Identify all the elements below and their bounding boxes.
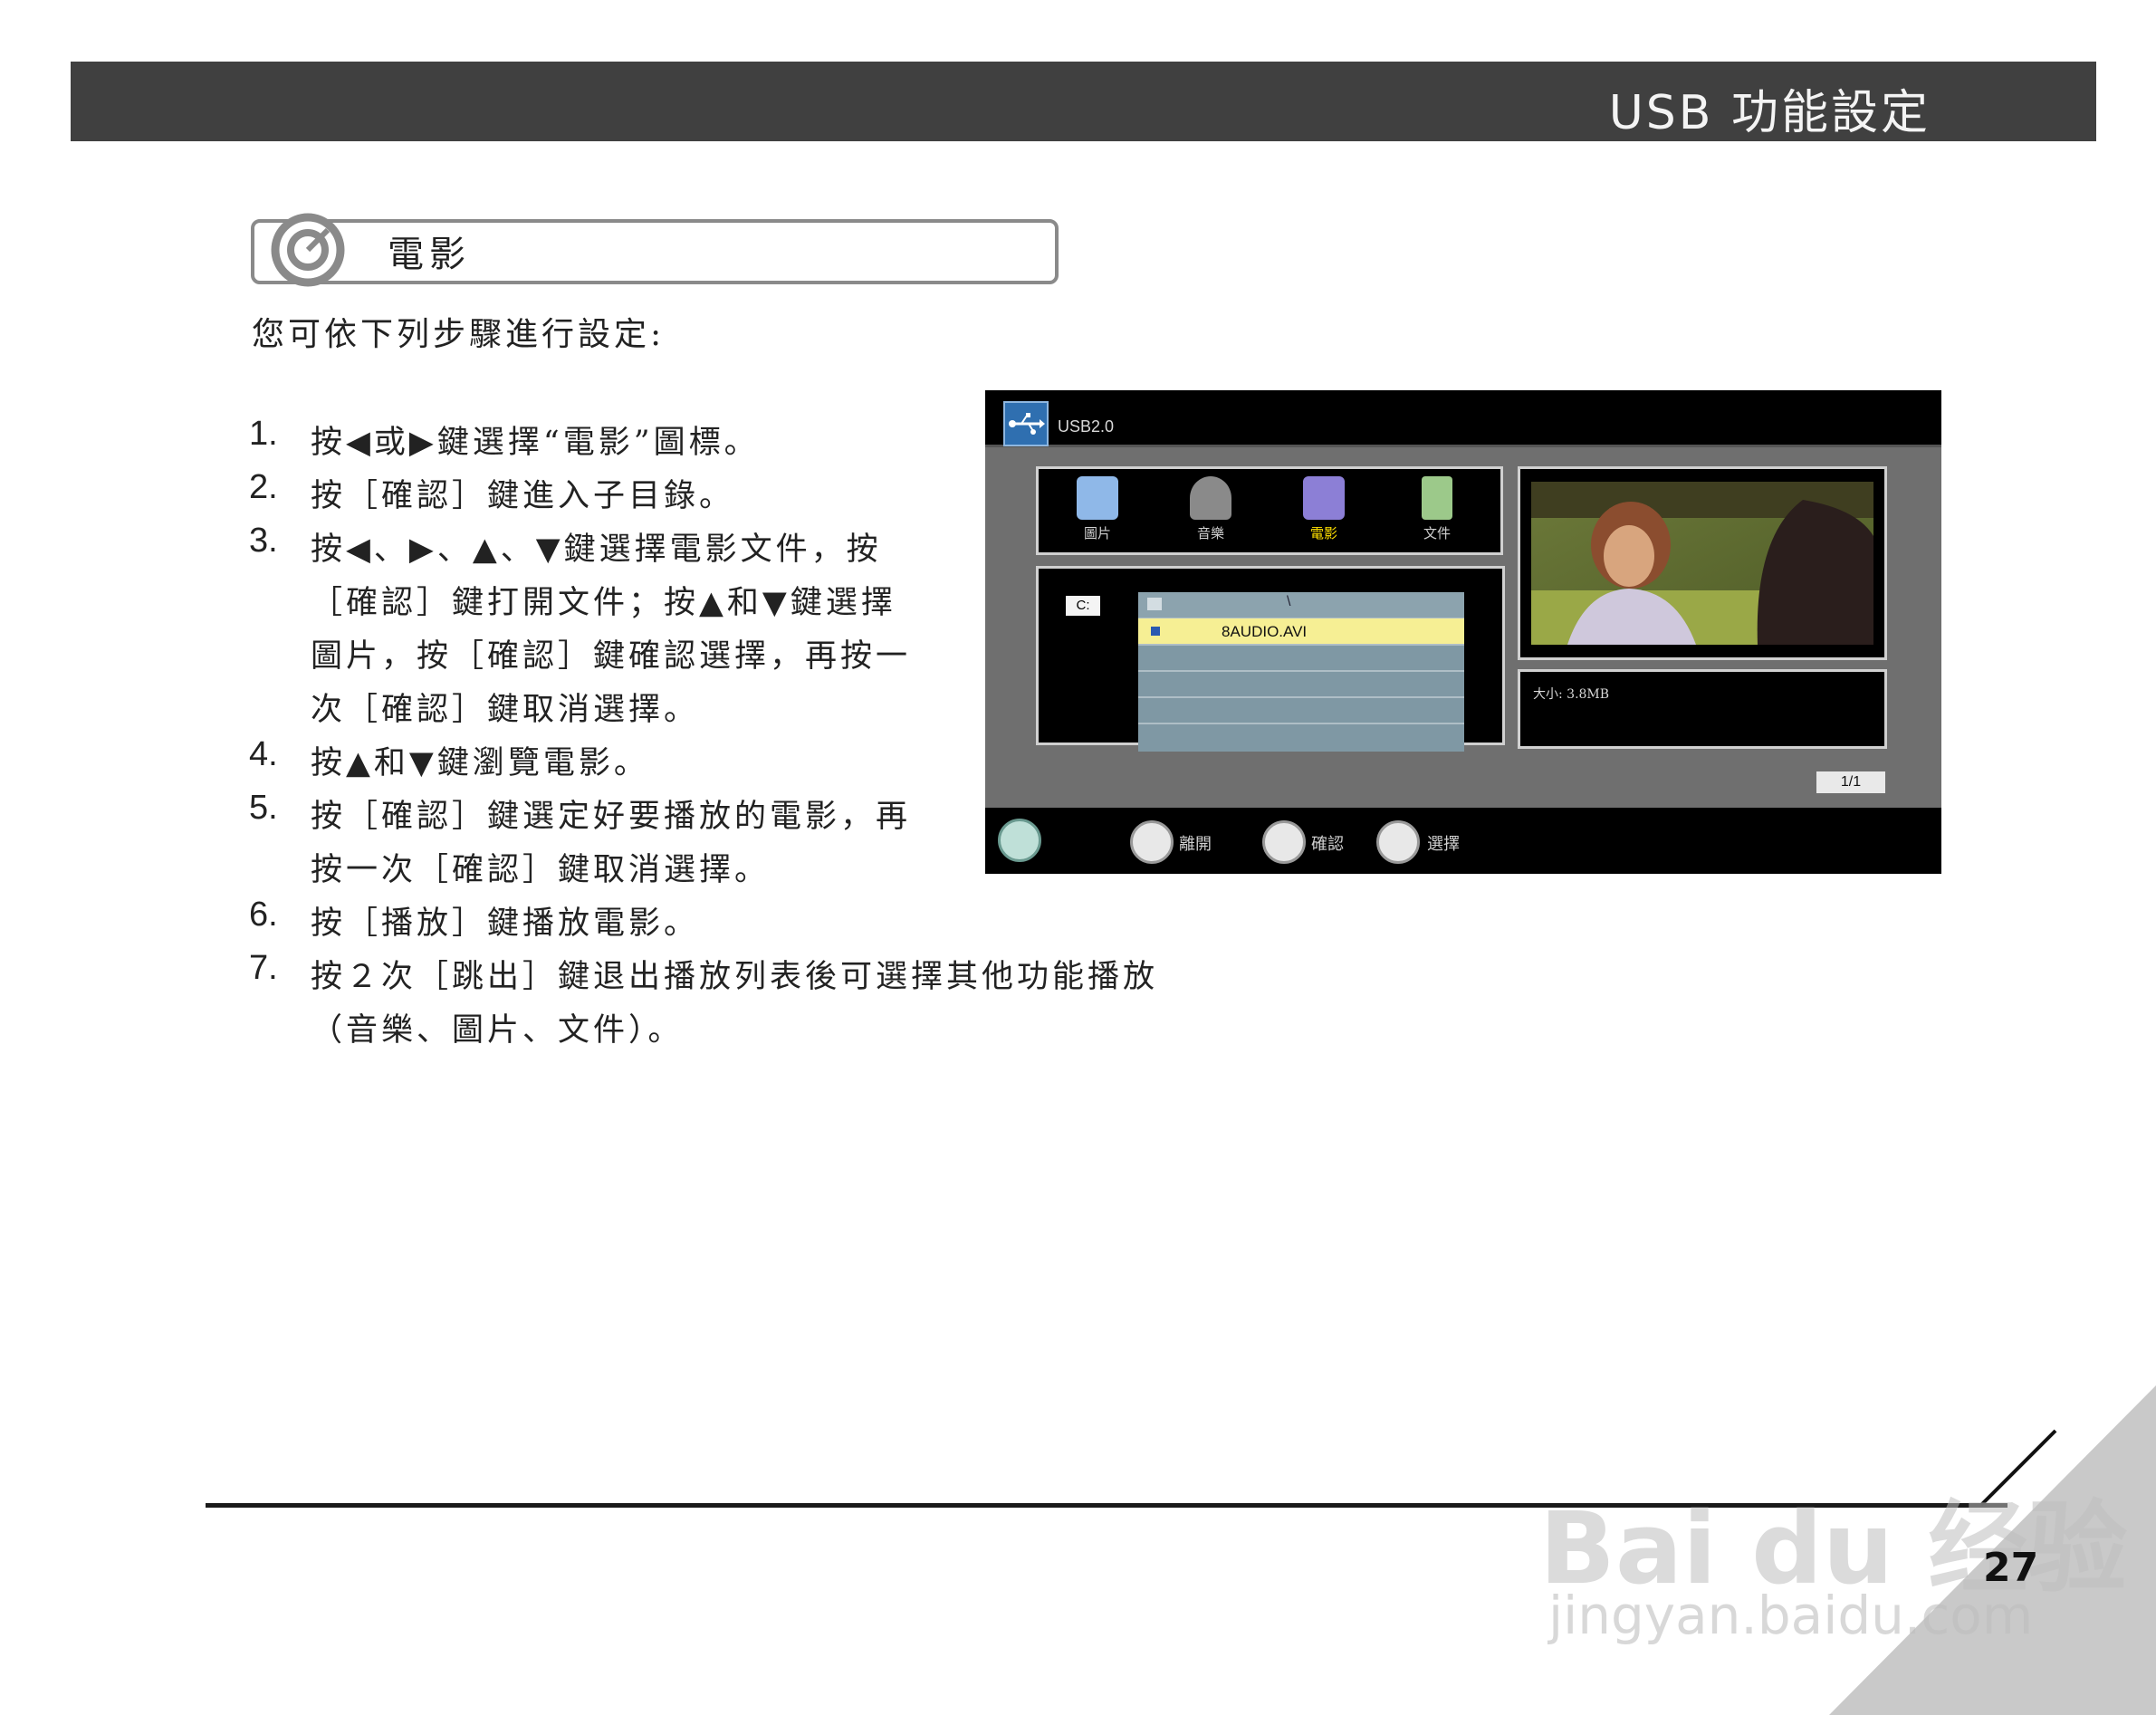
- folder-up-icon: [1147, 598, 1162, 610]
- step-text: 按［確認］鍵選定好要播放的電影，再: [311, 799, 912, 835]
- section-title: 電影: [388, 234, 471, 275]
- file-row-selected[interactable]: 8AUDIO.AVI: [1138, 618, 1464, 646]
- file-browser: C: \ 8AUDIO.AVI: [1036, 566, 1505, 752]
- menu-label: 圖片: [1083, 525, 1111, 541]
- step-text: 次［確認］鍵取消選擇。: [311, 692, 700, 728]
- enter-icon[interactable]: [1262, 820, 1306, 864]
- watermark-url: jingyan.baidu.com: [1548, 1585, 2034, 1646]
- media-menu: 圖片 音樂 電影 文件: [1036, 466, 1503, 555]
- header-bar: USB 功能設定: [71, 62, 2096, 141]
- hint-label-exit: 離開: [1179, 835, 1212, 854]
- step-number: 1.: [249, 415, 278, 453]
- file-row-empty[interactable]: [1138, 671, 1464, 698]
- menu-label: 電影: [1309, 525, 1337, 541]
- page-counter: 1/1: [1816, 771, 1885, 793]
- file-row-empty[interactable]: [1138, 645, 1464, 672]
- menu-item-pictures[interactable]: 圖片: [1057, 474, 1138, 551]
- screen-top-bar: USB2.0: [985, 390, 1941, 447]
- file-info-panel: 大小: 3.8MB: [1518, 669, 1887, 749]
- menu-label: 音樂: [1196, 525, 1224, 541]
- screen-bottom-bar: 離開 確認 選擇: [985, 808, 1941, 874]
- preview-panel: [1518, 466, 1887, 660]
- step-text: 按▲和▼鍵瀏覽電影。: [311, 745, 649, 781]
- page-number: 27: [1983, 1545, 2039, 1591]
- step-text: 按◀、▶、▲、▼鍵選擇電影文件，按: [311, 532, 882, 568]
- menu-item-music[interactable]: 音樂: [1170, 474, 1251, 551]
- document-icon: [1422, 476, 1452, 520]
- exit-icon[interactable]: [1130, 820, 1174, 864]
- camera-icon: [1077, 476, 1118, 520]
- movie-preview-image: [1531, 482, 1873, 645]
- usb-label: USB2.0: [1058, 417, 1115, 436]
- path-row[interactable]: \: [1138, 592, 1464, 619]
- step-number: 4.: [249, 735, 278, 773]
- usb-screen: USB2.0 圖片 音樂 電影 文件 C: \ 8AUDIO.AVI 大小: 3…: [985, 390, 1941, 874]
- file-list: \ 8AUDIO.AVI: [1138, 592, 1464, 752]
- menu-item-documents[interactable]: 文件: [1396, 474, 1478, 551]
- step-text: （音樂、圖片、文件）。: [311, 1012, 684, 1049]
- file-size: 大小: 3.8MB: [1533, 687, 1610, 702]
- step-text: ［確認］鍵打開文件；按▲和▼鍵選擇: [311, 585, 896, 621]
- drive-label[interactable]: C:: [1066, 596, 1100, 616]
- step-number: 3.: [249, 522, 278, 560]
- file-marker-icon: [1151, 627, 1160, 636]
- step-number: 5.: [249, 789, 278, 827]
- usb-icon: [1003, 401, 1049, 446]
- baidu-watermark: Bai du 经验 jingyan.baidu.com: [1539, 1394, 2127, 1648]
- headphones-icon: [1190, 476, 1231, 520]
- step-text: 圖片，按［確認］鍵確認選擇，再按一: [311, 638, 912, 675]
- logo-icon: [998, 819, 1041, 862]
- step-text: 按［確認］鍵進入子目錄。: [311, 478, 735, 514]
- step-number: 7.: [249, 949, 278, 987]
- step-number: 6.: [249, 896, 278, 934]
- step-number: 2.: [249, 468, 278, 506]
- page-title: USB 功能設定: [1608, 86, 1931, 140]
- file-name: 8AUDIO.AVI: [1222, 623, 1308, 640]
- intro-text: 您可依下列步驟進行設定:: [252, 316, 666, 353]
- path-label: \: [1287, 594, 1291, 609]
- menu-item-movies[interactable]: 電影: [1283, 474, 1365, 551]
- menu-label: 文件: [1423, 525, 1451, 541]
- step-text: 按２次［跳出］鍵退出播放列表後可選擇其他功能播放: [311, 959, 1159, 995]
- section-title-box: [251, 219, 1059, 284]
- hint-label-select: 選擇: [1427, 835, 1460, 854]
- step-text: 按［播放］鍵播放電影。: [311, 905, 700, 942]
- step-text: 按一次［確認］鍵取消選擇。: [311, 852, 771, 888]
- video-camera-icon: [1303, 476, 1345, 520]
- file-row-empty[interactable]: [1138, 697, 1464, 724]
- hint-label-confirm: 確認: [1311, 835, 1344, 854]
- updown-icon[interactable]: [1376, 820, 1420, 864]
- target-icon: [271, 213, 345, 287]
- step-text: 按◀或▶鍵選擇“電影”圖標。: [311, 425, 760, 461]
